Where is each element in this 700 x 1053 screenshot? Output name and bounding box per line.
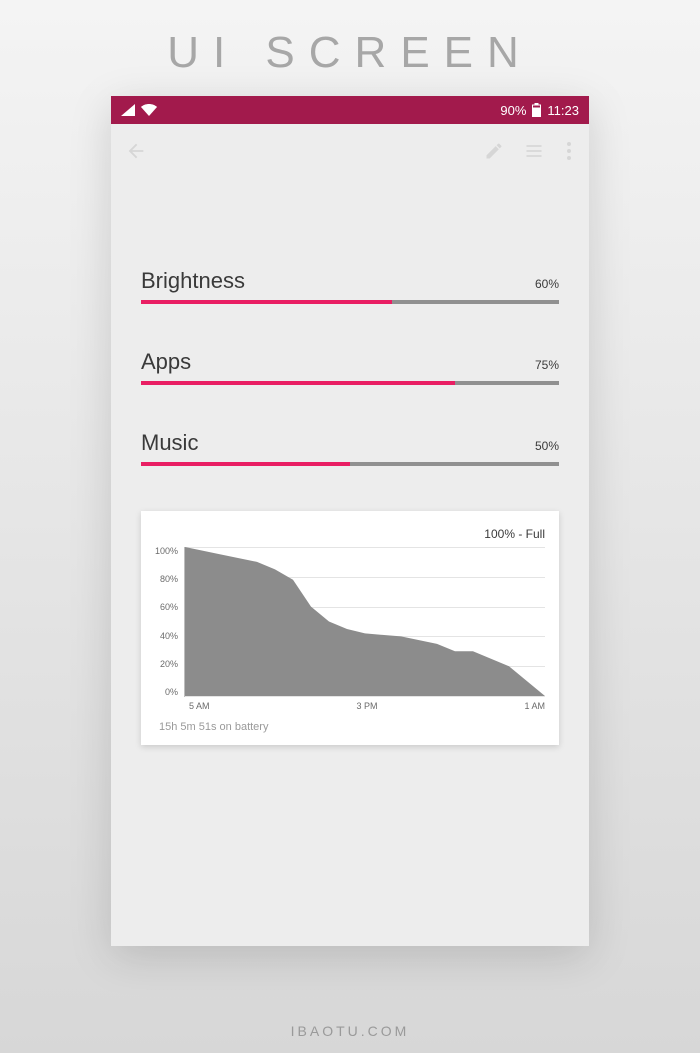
slider-value: 60% bbox=[535, 277, 559, 291]
slider-fill bbox=[141, 381, 455, 385]
footer-url: IBAOTU.COM bbox=[291, 1009, 410, 1053]
clock: 11:23 bbox=[547, 103, 579, 118]
x-tick: 1 AM bbox=[524, 701, 545, 711]
back-icon[interactable] bbox=[125, 140, 147, 162]
chart-footer: 15h 5m 51s on battery bbox=[155, 721, 545, 733]
wifi-icon bbox=[141, 104, 157, 116]
status-bar: 90% 11:23 bbox=[111, 96, 589, 124]
chart-plot bbox=[184, 547, 545, 697]
x-tick: 5 AM bbox=[189, 701, 210, 711]
slider-track[interactable] bbox=[141, 300, 559, 304]
slider-track[interactable] bbox=[141, 462, 559, 466]
slider-value: 50% bbox=[535, 439, 559, 453]
slider-music[interactable]: Music 50% bbox=[141, 430, 559, 466]
slider-label: Brightness bbox=[141, 268, 245, 294]
y-tick: 20% bbox=[155, 660, 178, 669]
y-tick: 100% bbox=[155, 547, 178, 556]
slider-label: Apps bbox=[141, 349, 191, 375]
y-tick: 80% bbox=[155, 575, 178, 584]
slider-apps[interactable]: Apps 75% bbox=[141, 349, 559, 385]
menu-icon[interactable] bbox=[523, 140, 545, 162]
page-heading: UI SCREEN bbox=[167, 28, 533, 78]
y-tick: 0% bbox=[155, 688, 178, 697]
phone-frame: 90% 11:23 Brightness 60% Apps 75% Music 50% 1… bbox=[111, 96, 589, 946]
chart-y-axis: 100% 80% 60% 40% 20% 0% bbox=[155, 547, 184, 697]
grid-line bbox=[185, 696, 545, 697]
slider-value: 75% bbox=[535, 358, 559, 372]
slider-track[interactable] bbox=[141, 381, 559, 385]
signal-icon bbox=[121, 104, 135, 116]
edit-icon[interactable] bbox=[483, 140, 505, 162]
slider-label: Music bbox=[141, 430, 198, 456]
battery-percent: 90% bbox=[500, 103, 526, 118]
y-tick: 40% bbox=[155, 632, 178, 641]
app-bar bbox=[111, 124, 589, 178]
slider-brightness[interactable]: Brightness 60% bbox=[141, 268, 559, 304]
battery-icon bbox=[532, 103, 541, 117]
slider-fill bbox=[141, 462, 350, 466]
slider-fill bbox=[141, 300, 392, 304]
overflow-icon[interactable] bbox=[563, 140, 575, 162]
chart-x-axis: 5 AM 3 PM 1 AM bbox=[155, 701, 545, 711]
battery-chart-card: 100% - Full 100% 80% 60% 40% 20% 0% 5 AM 3 PM 1… bbox=[141, 511, 559, 745]
content-area: Brightness 60% Apps 75% Music 50% 100% - Full… bbox=[111, 178, 589, 745]
x-tick: 3 PM bbox=[356, 701, 377, 711]
y-tick: 60% bbox=[155, 603, 178, 612]
chart-header: 100% - Full bbox=[155, 527, 545, 541]
